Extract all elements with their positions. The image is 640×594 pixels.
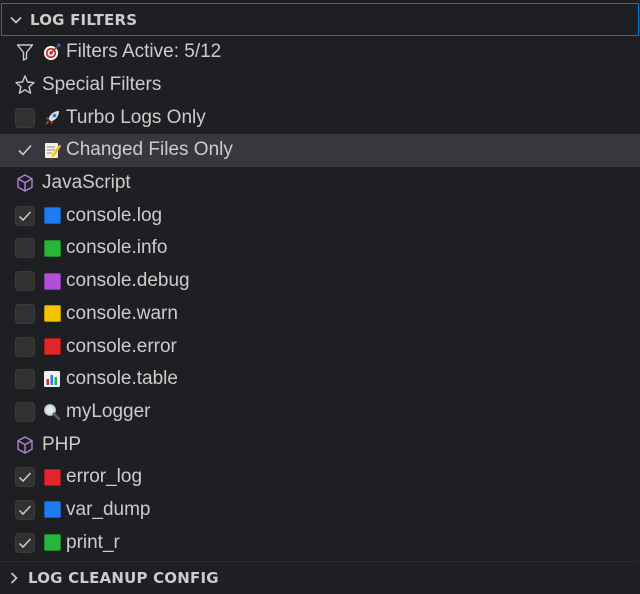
- filter-icon: [12, 41, 38, 63]
- checkbox-checked[interactable]: [15, 467, 35, 488]
- chevron-down-icon: [2, 3, 30, 36]
- filter-item-print-r[interactable]: print_r: [0, 526, 640, 559]
- green-square-icon: [44, 534, 61, 552]
- filters-active-label: Filters Active: 5/12: [66, 41, 222, 63]
- rocket-icon: [42, 108, 62, 128]
- blue-square-icon: [44, 501, 61, 519]
- log-cleanup-config-header[interactable]: LOG CLEANUP CONFIG: [0, 561, 638, 594]
- checkbox[interactable]: [15, 401, 35, 422]
- filter-item-console-table[interactable]: console.table: [0, 363, 640, 396]
- log-filters-header[interactable]: LOG FILTERS: [1, 3, 639, 36]
- group-label: Special Filters: [42, 74, 162, 96]
- bar-chart-icon: [42, 369, 62, 389]
- item-label: var_dump: [66, 498, 151, 520]
- filter-item-turbo-logs[interactable]: Turbo Logs Only: [0, 101, 640, 134]
- purple-square-icon: [44, 272, 61, 290]
- section-title: LOG CLEANUP CONFIG: [28, 569, 219, 587]
- item-label: console.table: [66, 368, 178, 390]
- checkbox[interactable]: [15, 271, 35, 292]
- item-label: Changed Files Only: [66, 139, 233, 161]
- target-emoji-icon: [42, 42, 62, 62]
- checkbox[interactable]: [15, 369, 35, 390]
- item-label: error_log: [66, 466, 143, 488]
- filter-tree: Filters Active: 5/12 Special Filters Tur…: [0, 36, 640, 559]
- item-label: console.info: [66, 237, 168, 259]
- red-square-icon: [44, 338, 61, 356]
- cube-icon: [12, 434, 38, 456]
- yellow-square-icon: [44, 305, 61, 323]
- memo-icon: [42, 140, 62, 160]
- checkbox-checked[interactable]: [15, 205, 35, 226]
- filter-item-console-log[interactable]: console.log: [0, 199, 640, 232]
- checkbox[interactable]: [15, 238, 35, 259]
- checkbox[interactable]: [15, 107, 35, 128]
- filter-item-console-debug[interactable]: console.debug: [0, 265, 640, 298]
- checkbox-checked[interactable]: [15, 499, 35, 520]
- group-label: PHP: [42, 433, 82, 455]
- checkbox-checked[interactable]: [15, 140, 35, 160]
- filter-item-changed-files[interactable]: Changed Files Only: [0, 134, 640, 167]
- check-icon: [18, 211, 32, 221]
- php-group[interactable]: PHP: [0, 428, 640, 461]
- checkbox[interactable]: [15, 303, 35, 324]
- check-icon: [18, 505, 32, 516]
- star-icon: [12, 74, 38, 96]
- red-square-icon: [44, 468, 61, 486]
- filters-active-row[interactable]: Filters Active: 5/12: [0, 36, 640, 69]
- filter-item-mylogger[interactable]: myLogger: [0, 396, 640, 429]
- checkbox[interactable]: [15, 336, 35, 357]
- item-label: console.debug: [66, 270, 190, 292]
- chevron-right-icon: [0, 562, 28, 594]
- item-label: Turbo Logs Only: [66, 106, 206, 128]
- item-label: console.log: [66, 204, 163, 226]
- green-square-icon: [44, 239, 61, 257]
- check-icon: [18, 472, 32, 483]
- check-icon: [18, 538, 32, 548]
- section-title: LOG FILTERS: [30, 10, 138, 29]
- filter-item-error-log[interactable]: error_log: [0, 461, 640, 494]
- group-label: JavaScript: [42, 172, 131, 194]
- item-label: console.warn: [66, 302, 178, 324]
- item-label: myLogger: [66, 400, 151, 422]
- filter-item-console-info[interactable]: console.info: [0, 232, 640, 265]
- check-icon: [18, 145, 32, 157]
- magnifier-icon: [42, 402, 62, 422]
- special-filters-group[interactable]: Special Filters: [0, 69, 640, 102]
- filter-item-console-error[interactable]: console.error: [0, 330, 640, 363]
- blue-square-icon: [44, 207, 61, 225]
- filter-item-console-warn[interactable]: console.warn: [0, 298, 640, 331]
- filter-item-var-dump[interactable]: var_dump: [0, 494, 640, 527]
- cube-icon: [12, 172, 38, 194]
- javascript-group[interactable]: JavaScript: [0, 167, 640, 200]
- item-label: print_r: [66, 531, 120, 553]
- checkbox-checked[interactable]: [15, 532, 35, 553]
- item-label: console.error: [66, 335, 177, 357]
